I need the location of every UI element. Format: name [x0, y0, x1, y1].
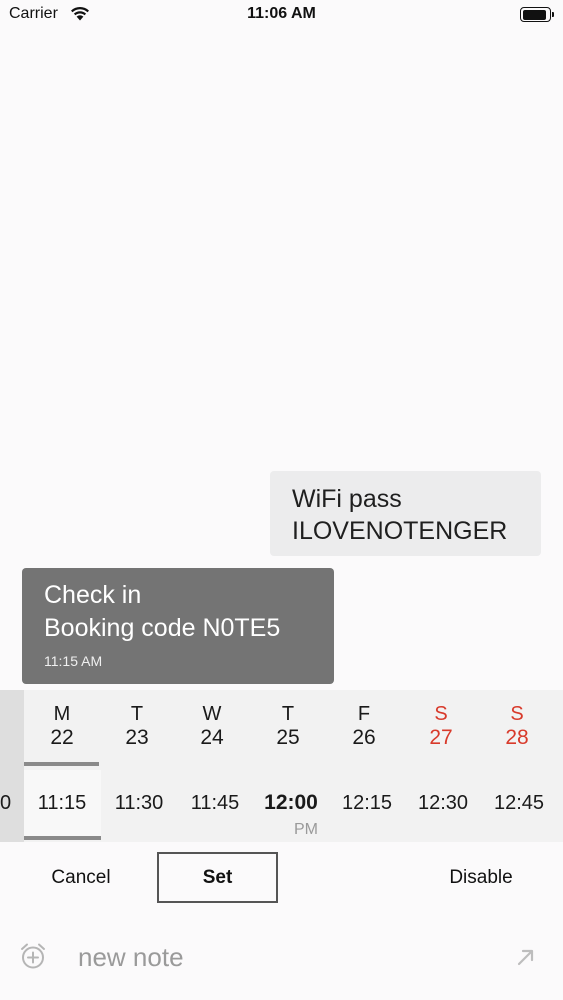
day-number: 22 — [50, 726, 74, 749]
selected-time-indicator — [24, 836, 101, 840]
day-number: 28 — [505, 726, 529, 749]
day-number: 25 — [276, 726, 300, 749]
day-of-week: F — [357, 703, 371, 725]
note-line: Check in — [44, 581, 142, 609]
time-option-11-30[interactable]: 11:30 — [101, 788, 177, 818]
time-option-partial[interactable]: 0 — [0, 788, 11, 818]
day-of-week: T — [130, 703, 144, 725]
note-reminder-time: 11:15 AM — [44, 653, 103, 669]
time-option-12-00[interactable]: 12:00 — [253, 788, 329, 818]
day-option-fri-26[interactable]: F 26 — [326, 690, 402, 768]
status-bar: Carrier 11:06 AM — [0, 0, 563, 30]
time-option-11-15[interactable]: 11:15 — [24, 788, 100, 818]
day-number: 24 — [200, 726, 224, 749]
note-line: ILOVENOTENGER — [292, 517, 508, 545]
disable-button[interactable]: Disable — [430, 858, 532, 898]
alarm-plus-icon[interactable] — [18, 941, 48, 971]
set-button[interactable]: Set — [157, 852, 278, 903]
day-number: 26 — [352, 726, 376, 749]
pm-label: PM — [294, 821, 318, 838]
arrow-up-right-icon[interactable] — [514, 945, 538, 969]
time-option-12-15[interactable]: 12:15 — [329, 788, 405, 818]
day-option-thu-25[interactable]: T 25 — [250, 690, 326, 768]
status-time: 11:06 AM — [247, 5, 316, 22]
day-option-tue-23[interactable]: T 23 — [99, 690, 175, 768]
note-line: WiFi pass — [292, 485, 402, 513]
note-bubble-checkin[interactable]: Check in Booking code N0TE5 11:15 AM — [22, 568, 334, 684]
new-note-input[interactable] — [78, 936, 498, 978]
day-option-sat-27[interactable]: S 27 — [403, 690, 479, 768]
day-option-wed-24[interactable]: W 24 — [174, 690, 250, 768]
picker-edge — [0, 690, 24, 842]
selected-day-indicator — [24, 762, 99, 766]
day-number: 23 — [125, 726, 149, 749]
time-option-12-30[interactable]: 12:30 — [405, 788, 481, 818]
day-of-week: M — [53, 703, 71, 725]
note-line: Booking code N0TE5 — [44, 614, 281, 642]
time-option-11-45[interactable]: 11:45 — [177, 788, 253, 818]
cancel-button[interactable]: Cancel — [31, 858, 131, 898]
day-option-sun-28[interactable]: S 28 — [479, 690, 555, 768]
day-of-week: S — [510, 703, 524, 725]
day-option-mon-22[interactable]: M 22 — [24, 690, 100, 768]
note-bubble-wifi[interactable]: WiFi pass ILOVENOTENGER — [270, 471, 541, 556]
day-number: 27 — [429, 726, 453, 749]
day-of-week: T — [281, 703, 295, 725]
day-of-week: S — [434, 703, 448, 725]
battery-icon — [520, 7, 554, 22]
day-of-week: W — [202, 703, 222, 725]
time-option-12-45[interactable]: 12:45 — [481, 788, 557, 818]
